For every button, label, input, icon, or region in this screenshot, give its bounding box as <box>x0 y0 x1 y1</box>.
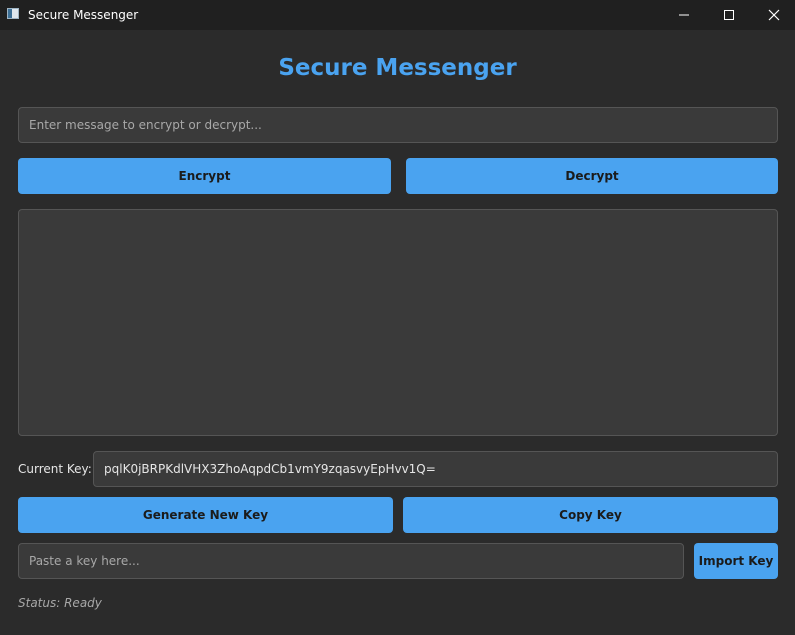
encrypt-button[interactable]: Encrypt <box>18 158 391 194</box>
app-window: Secure Messenger Secure Messenger Encryp… <box>0 0 795 635</box>
paste-key-input[interactable] <box>18 543 684 579</box>
message-input[interactable] <box>18 107 778 143</box>
window-title: Secure Messenger <box>28 8 139 22</box>
maximize-icon <box>724 10 734 20</box>
close-icon <box>768 9 780 21</box>
app-window-icon <box>7 8 19 19</box>
page-title: Secure Messenger <box>278 55 517 81</box>
import-key-button[interactable]: Import Key <box>694 543 778 579</box>
minimize-button[interactable] <box>661 0 707 30</box>
status-text: Status: Ready <box>18 596 102 610</box>
decrypt-button[interactable]: Decrypt <box>406 158 778 194</box>
copy-key-button[interactable]: Copy Key <box>403 497 778 533</box>
current-key-field[interactable] <box>93 451 778 487</box>
maximize-button[interactable] <box>706 0 752 30</box>
close-button[interactable] <box>751 0 795 30</box>
minimize-icon <box>679 14 689 16</box>
generate-new-key-button[interactable]: Generate New Key <box>18 497 393 533</box>
title-bar[interactable]: Secure Messenger <box>0 0 795 30</box>
current-key-label: Current Key: <box>18 462 92 476</box>
output-textarea[interactable] <box>18 209 778 436</box>
